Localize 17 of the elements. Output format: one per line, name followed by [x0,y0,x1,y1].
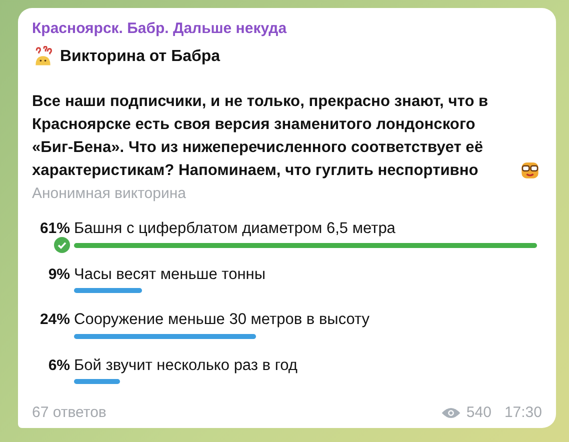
option-text: Бой звучит несколько раз в год [74,356,298,376]
option-text: Башня с циферблатом диаметром 6,5 метра [74,220,396,239]
percent-label: 24% [38,311,70,330]
question-text: Все наши подписчики, и не только, прекрасно знают, что в Красноярске есть своя версия знаменитого лондонского «Биг-Бена». Что из нижеперечисленного соответствует её характеристикам? Напоминаем, что гуглить неспортивно [32,92,490,181]
percent-label: 9% [47,266,70,284]
answers-count: 67 ответов [32,404,106,421]
message-time: 17:30 [504,404,542,421]
quiz-type: Анонимная викторина [32,185,187,202]
percent-label: 61% [38,220,70,239]
channel-name[interactable]: Красноярск. Бабр. Дальше некуда [32,18,542,40]
option-text: Часы весят меньше тонны [74,266,266,284]
percent-label: 6% [47,356,70,376]
glasses-face-icon [520,160,540,180]
view-count: 540 [466,404,492,421]
eye-icon [441,406,462,420]
quiz-title: Викторина от Бабра [60,48,220,66]
option-text: Сооружение меньше 30 метров в высоту [74,311,371,330]
